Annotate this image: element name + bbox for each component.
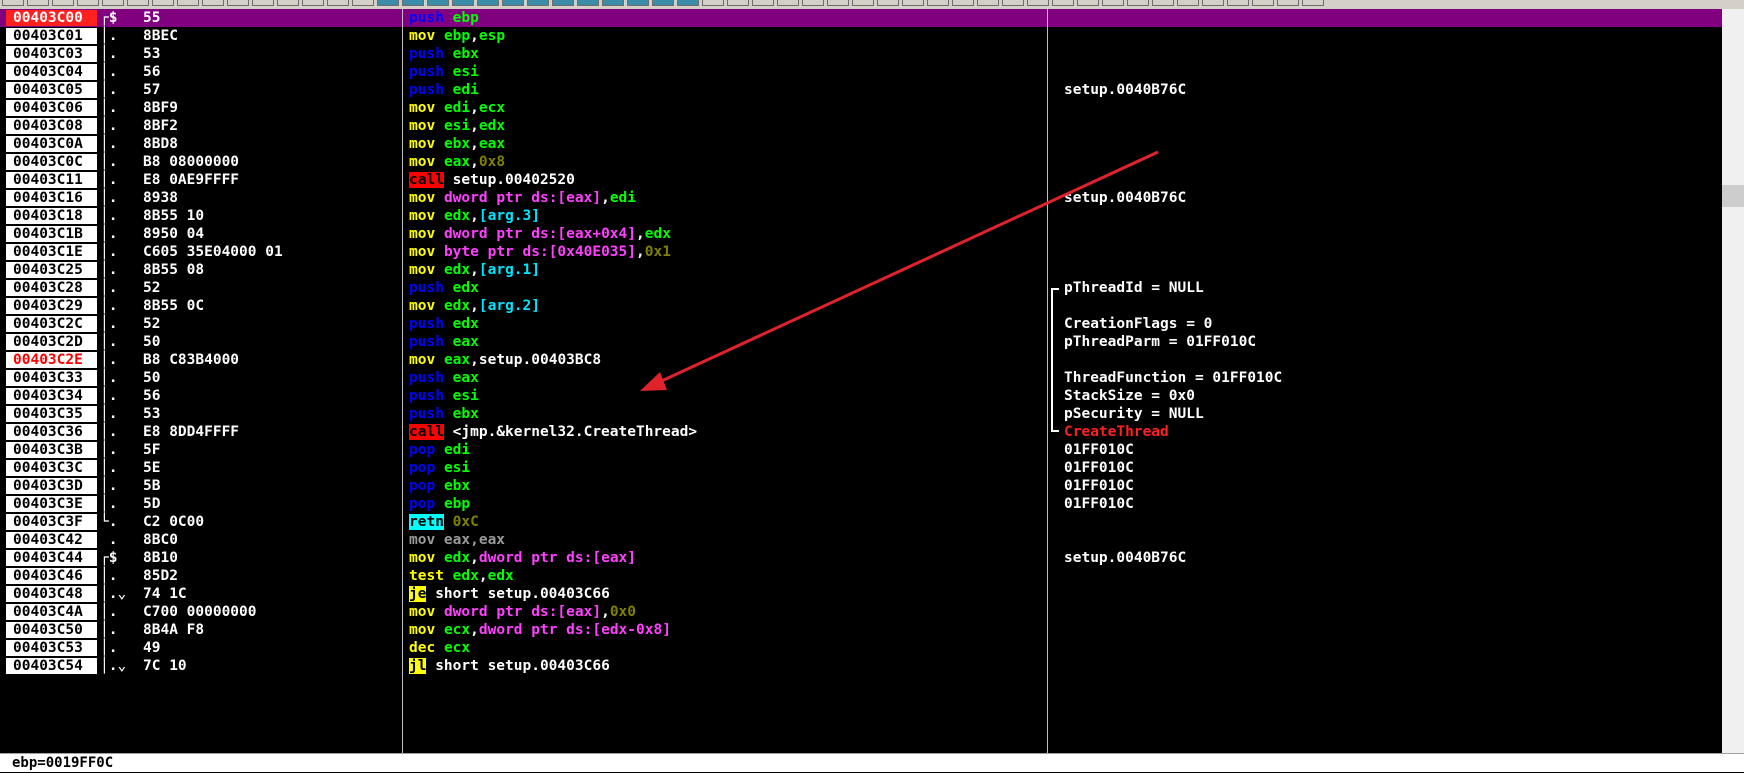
annotation-arrow (640, 150, 1159, 391)
status-bar: ebp=0019FF0C (0, 753, 1744, 772)
